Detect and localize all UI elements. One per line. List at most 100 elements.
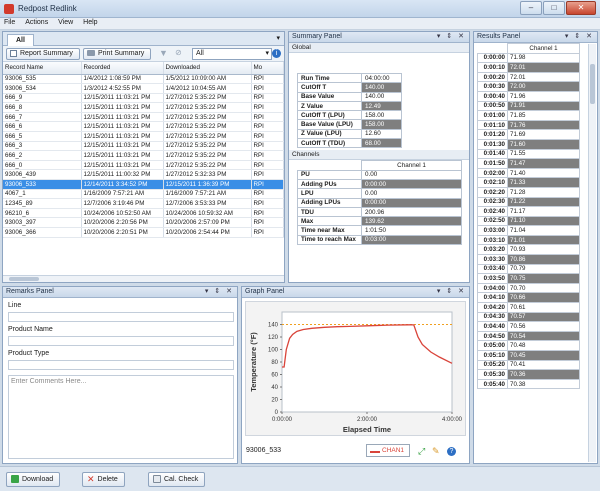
table-row[interactable]: 93003_397 10/20/2006 2:20:56 PM 10/20/2006… xyxy=(3,217,284,228)
channel-header: Channel 1 xyxy=(361,160,462,171)
result-row: 0:03:00 71.04 xyxy=(477,225,580,236)
vertical-scrollbar[interactable] xyxy=(588,44,596,462)
panel-controls[interactable]: ▾ ⇕ ✕ xyxy=(565,32,594,42)
table-cell: 1/27/2012 5:35:22 PM xyxy=(163,131,252,142)
table-cell: 666_9 xyxy=(3,93,82,104)
table-row[interactable]: 666_3 12/15/2011 11:03:21 PM 1/27/2012 5:3… xyxy=(3,141,284,152)
table-row[interactable]: 666_7 12/15/2011 11:03:21 PM 1/27/2012 5:3… xyxy=(3,112,284,123)
comments-textarea[interactable]: Enter Comments Here... xyxy=(8,375,234,459)
delete-button[interactable]: ✕ Delete xyxy=(82,472,125,487)
menu-help[interactable]: Help xyxy=(79,18,101,27)
result-row: 0:04:10 70.66 xyxy=(477,292,580,304)
table-cell: RPI xyxy=(251,150,284,161)
table-row[interactable]: 93006_439 12/15/2011 11:00:32 PM 1/27/2012… xyxy=(3,169,284,181)
menu-actions[interactable]: Actions xyxy=(21,18,52,27)
summary-value: 12.60 xyxy=(361,128,402,140)
record-tabs: All ▾ xyxy=(3,32,284,46)
result-time: 0:03:10 xyxy=(477,234,508,246)
result-time: 0:03:00 xyxy=(477,225,508,236)
table-row[interactable]: 666_6 12/15/2011 11:03:21 PM 1/27/2012 5:3… xyxy=(3,121,284,133)
line-field[interactable] xyxy=(8,312,234,322)
minimize-button[interactable]: – xyxy=(520,1,542,15)
table-cell: 666_8 xyxy=(3,102,82,113)
results-channel-header: Channel 1 xyxy=(507,43,580,54)
table-cell: 1/16/2009 7:57:21 AM xyxy=(163,189,252,200)
info-icon[interactable]: i xyxy=(272,49,281,58)
print-summary-button[interactable]: Print Summary xyxy=(83,48,151,60)
result-time: 0:01:20 xyxy=(477,129,508,140)
clear-filter-icon[interactable]: ⊘ xyxy=(175,48,182,57)
panel-controls[interactable]: ▾ ⇕ ✕ xyxy=(205,287,234,297)
table-cell: 4067_1 xyxy=(3,189,82,200)
table-row[interactable]: 93006_366 10/20/2006 2:20:51 PM 10/20/2006… xyxy=(3,227,284,238)
channel-label: Adding LPUs xyxy=(297,197,362,208)
table-row[interactable]: 666_2 12/15/2011 11:03:21 PM 1/27/2012 5:3… xyxy=(3,150,284,161)
y-tick-label: 0 xyxy=(275,410,279,416)
table-cell: RPI xyxy=(251,208,284,219)
table-cell: 10/20/2006 2:20:51 PM xyxy=(81,227,164,238)
summary-label: CutOff T (TDU) xyxy=(297,138,362,149)
channel-row: Time to reach Max 0:03:00 xyxy=(297,234,462,246)
cal-check-button[interactable]: Cal. Check xyxy=(148,472,206,487)
panel-controls[interactable]: ▾ ⇕ ✕ xyxy=(437,32,466,42)
table-cell: 1/27/2012 5:35:22 PM xyxy=(163,150,252,161)
app-icon xyxy=(4,4,14,14)
summary-row: Z Value 12.49 xyxy=(297,100,402,112)
edit-icon[interactable]: ✎ xyxy=(432,446,440,457)
col-recorded[interactable]: Recorded xyxy=(81,62,164,75)
download-button[interactable]: Download xyxy=(6,472,61,487)
table-cell: RPI xyxy=(251,217,284,228)
table-row[interactable]: 4067_1 1/16/2009 7:57:21 AM 1/16/2009 7:57… xyxy=(3,189,284,200)
help-icon[interactable]: ? xyxy=(447,447,456,456)
table-row[interactable]: 93006_534 1/3/2012 4:52:55 PM 1/4/2012 10:… xyxy=(3,83,284,94)
result-row: 0:04:00 70.70 xyxy=(477,282,580,294)
table-row[interactable]: 96210_6 10/24/2006 10:52:50 AM 10/24/2006 … xyxy=(3,208,284,219)
remarks-panel-header: Remarks Panel ▾ ⇕ ✕ xyxy=(3,287,237,298)
expand-icon[interactable]: ⤢ xyxy=(418,446,425,457)
table-row[interactable]: 666_9 12/15/2011 11:03:21 PM 1/27/2012 5:3… xyxy=(3,93,284,104)
col-model[interactable]: Mo xyxy=(251,62,284,75)
product-name-field[interactable] xyxy=(8,336,234,346)
filter-icon[interactable]: ▼ xyxy=(159,48,168,58)
graph-panel: Graph Panel ▾ ⇕ ✕ 0 20 40 60 80 100 120 140 0:00… xyxy=(241,286,470,464)
horizontal-scrollbar[interactable] xyxy=(3,275,284,282)
maximize-button[interactable]: □ xyxy=(543,1,565,15)
result-time: 0:05:00 xyxy=(477,340,508,351)
result-row: 0:00:10 72.01 xyxy=(477,62,580,73)
result-row: 0:01:30 71.60 xyxy=(477,138,580,150)
close-button[interactable]: ✕ xyxy=(566,1,596,15)
result-value: 70.79 xyxy=(507,263,580,275)
table-cell: RPI xyxy=(251,93,284,104)
table-cell: RPI xyxy=(251,112,284,123)
table-row[interactable]: 12345_89 12/7/2006 3:19:46 PM 12/7/2006 3:… xyxy=(3,198,284,209)
result-row: 0:02:10 71.33 xyxy=(477,177,580,188)
col-downloaded[interactable]: Downloaded xyxy=(163,62,252,75)
result-time: 0:00:00 xyxy=(477,52,508,64)
chart-legend[interactable]: CHAN1 xyxy=(366,444,410,457)
table-row[interactable]: 666_8 12/15/2011 11:03:21 PM 1/27/2012 5:3… xyxy=(3,102,284,113)
table-row[interactable]: 93006_533 12/14/2011 3:34:52 PM 12/15/2011… xyxy=(3,179,284,190)
report-summary-button[interactable]: Report Summary xyxy=(6,48,80,60)
result-row: 0:05:30 70.36 xyxy=(477,369,580,380)
panel-controls[interactable]: ▾ ⇕ ✕ xyxy=(437,287,466,297)
result-row: 0:00:50 71.91 xyxy=(477,100,580,112)
table-cell: 12/15/2011 11:03:21 PM xyxy=(81,150,164,161)
table-row[interactable]: 666_5 12/15/2011 11:03:21 PM 1/27/2012 5:3… xyxy=(3,131,284,142)
tab-all[interactable]: All xyxy=(7,34,34,46)
result-value: 70.54 xyxy=(507,330,580,342)
result-row: 0:00:20 72.01 xyxy=(477,71,580,83)
product-type-field[interactable] xyxy=(8,360,234,370)
graph-panel-header: Graph Panel ▾ ⇕ ✕ xyxy=(242,287,469,298)
filter-select[interactable]: All ▾ xyxy=(192,48,272,60)
result-value: 70.48 xyxy=(507,340,580,351)
result-row: 0:00:30 72.00 xyxy=(477,81,580,92)
menu-view[interactable]: View xyxy=(54,18,77,27)
table-row[interactable]: 93006_535 1/4/2012 1:08:59 PM 1/5/2012 10:… xyxy=(3,74,284,85)
col-record-name[interactable]: Record Name xyxy=(3,62,82,75)
scrollbar-thumb[interactable] xyxy=(9,277,39,281)
menu-file[interactable]: File xyxy=(0,18,19,27)
table-row[interactable]: 666_0 12/15/2011 11:03:21 PM 1/27/2012 5:3… xyxy=(3,160,284,171)
pin-icon[interactable]: ▾ xyxy=(276,34,280,42)
table-cell: RPI xyxy=(251,74,284,85)
scrollbar-thumb[interactable] xyxy=(590,64,595,104)
